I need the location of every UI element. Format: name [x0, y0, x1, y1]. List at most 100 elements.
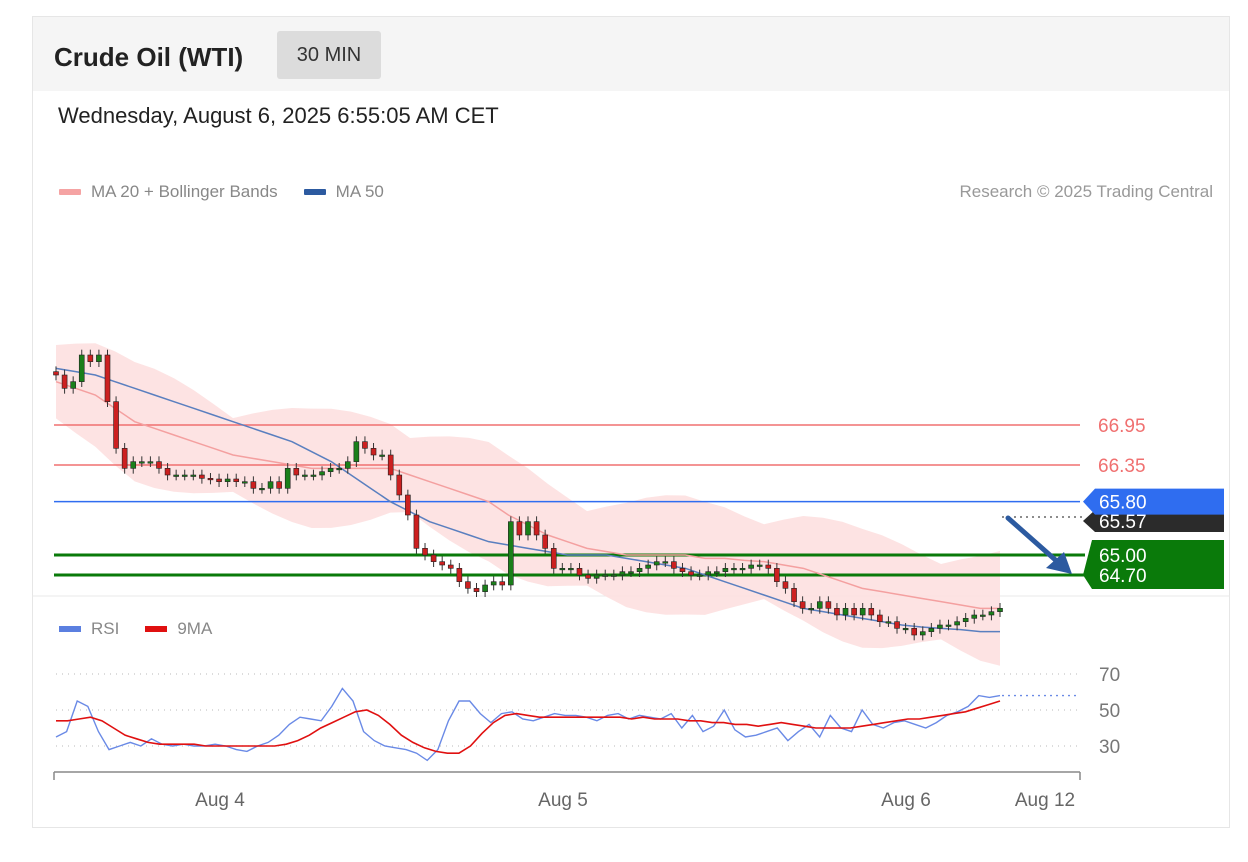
- candle-body: [276, 481, 282, 489]
- candle-body: [130, 461, 137, 469]
- forecast-arrow-shaft: [1005, 515, 1063, 567]
- candle-body: [593, 574, 600, 579]
- candle-body: [568, 568, 574, 571]
- candle-body: [576, 568, 583, 576]
- candle-body: [70, 381, 76, 389]
- candle-body: [731, 568, 737, 571]
- candle-body: [224, 478, 231, 482]
- candle-body: [628, 571, 634, 574]
- candle-body: [842, 608, 849, 616]
- rsi-tick-50: 50: [1099, 701, 1120, 722]
- candle-body: [653, 561, 660, 566]
- candle-body: [456, 568, 463, 582]
- candle-body: [344, 461, 351, 469]
- candle-body: [611, 574, 617, 577]
- candle-body: [490, 581, 497, 586]
- candle-body: [739, 568, 746, 571]
- candle-body: [447, 564, 454, 569]
- candle-body: [233, 478, 240, 482]
- candle-body: [705, 571, 712, 576]
- rsi-tick-70: 70: [1099, 665, 1120, 686]
- candle-body: [439, 561, 445, 566]
- candle-body: [327, 468, 334, 472]
- candle-body: [413, 514, 420, 549]
- candle-body: [430, 554, 437, 562]
- candle-body: [885, 621, 892, 624]
- level-label-65.00: 65.00: [1099, 546, 1147, 567]
- candle-body: [87, 354, 94, 362]
- candle-body: [319, 471, 325, 476]
- level-label-66.95: 66.95: [1098, 416, 1146, 437]
- last-price-label: 65.57: [1099, 512, 1147, 533]
- candle-body: [902, 628, 909, 631]
- candle-body: [782, 581, 789, 589]
- candle-body: [216, 478, 222, 482]
- candle-body: [516, 521, 523, 536]
- candle-body: [722, 568, 729, 572]
- candle-body: [199, 474, 205, 479]
- candle-body: [602, 574, 609, 577]
- candle-body: [53, 371, 59, 376]
- candle-body: [147, 461, 154, 464]
- candle-body: [980, 614, 986, 617]
- candle-body: [756, 564, 763, 567]
- candle-body: [362, 441, 368, 449]
- candle-body: [61, 374, 68, 389]
- candle-body: [207, 478, 214, 481]
- candle-body: [971, 614, 978, 619]
- candle-body: [859, 608, 866, 616]
- candle-body: [696, 574, 703, 577]
- candle-body: [988, 611, 995, 616]
- candle-body: [834, 608, 840, 616]
- candle-body: [310, 474, 317, 477]
- candle-body: [997, 608, 1003, 612]
- candle-body: [181, 474, 188, 477]
- candle-body: [799, 601, 806, 609]
- candle-body: [585, 574, 591, 579]
- level-label-66.35: 66.35: [1098, 456, 1146, 477]
- candle-body: [825, 601, 832, 609]
- candle-body: [173, 474, 179, 477]
- candle-body: [619, 571, 626, 576]
- candle-body: [302, 474, 308, 477]
- chart-canvas: 66.95 66.35 65.5765.80 65.0064.70 70 50 30 Aug …: [32, 343, 1230, 811]
- candle-body: [688, 571, 694, 576]
- candle-body: [645, 564, 651, 569]
- candle-body: [774, 568, 780, 582]
- candle-body: [877, 614, 883, 622]
- candle-body: [765, 564, 772, 569]
- candle-body: [242, 481, 248, 484]
- candle-body: [250, 481, 257, 489]
- candle-body: [919, 631, 926, 636]
- candle-body: [748, 564, 754, 569]
- candle-body: [508, 521, 514, 586]
- candle-body: [937, 624, 943, 629]
- candle-body: [422, 548, 428, 556]
- rsi-9ma-line: [56, 700, 1001, 755]
- candle-body: [387, 454, 394, 476]
- candle-body: [336, 468, 343, 471]
- x-tick-label: Aug 5: [538, 790, 588, 811]
- candle-body: [473, 588, 480, 592]
- candle-body: [405, 494, 411, 516]
- candle-body: [636, 568, 643, 572]
- candle-body: [791, 588, 797, 602]
- x-tick-label: Aug 12: [1015, 790, 1075, 811]
- candle-body: [164, 468, 171, 476]
- candle-body: [353, 441, 360, 462]
- rsi-line: [55, 687, 1001, 762]
- candle-body: [121, 448, 128, 469]
- candle-body: [962, 618, 969, 622]
- candle-body: [78, 354, 85, 382]
- candle-body: [550, 548, 557, 569]
- candle-body: [928, 628, 935, 632]
- x-tick-label: Aug 6: [881, 790, 931, 811]
- candle-body: [370, 448, 377, 456]
- candle-body: [525, 521, 531, 536]
- candle-body: [945, 624, 952, 627]
- candle-body: [894, 621, 900, 629]
- candle-body: [482, 584, 488, 592]
- x-tick-label: Aug 4: [195, 790, 245, 811]
- candle-body: [267, 481, 274, 489]
- candle-body: [284, 468, 291, 489]
